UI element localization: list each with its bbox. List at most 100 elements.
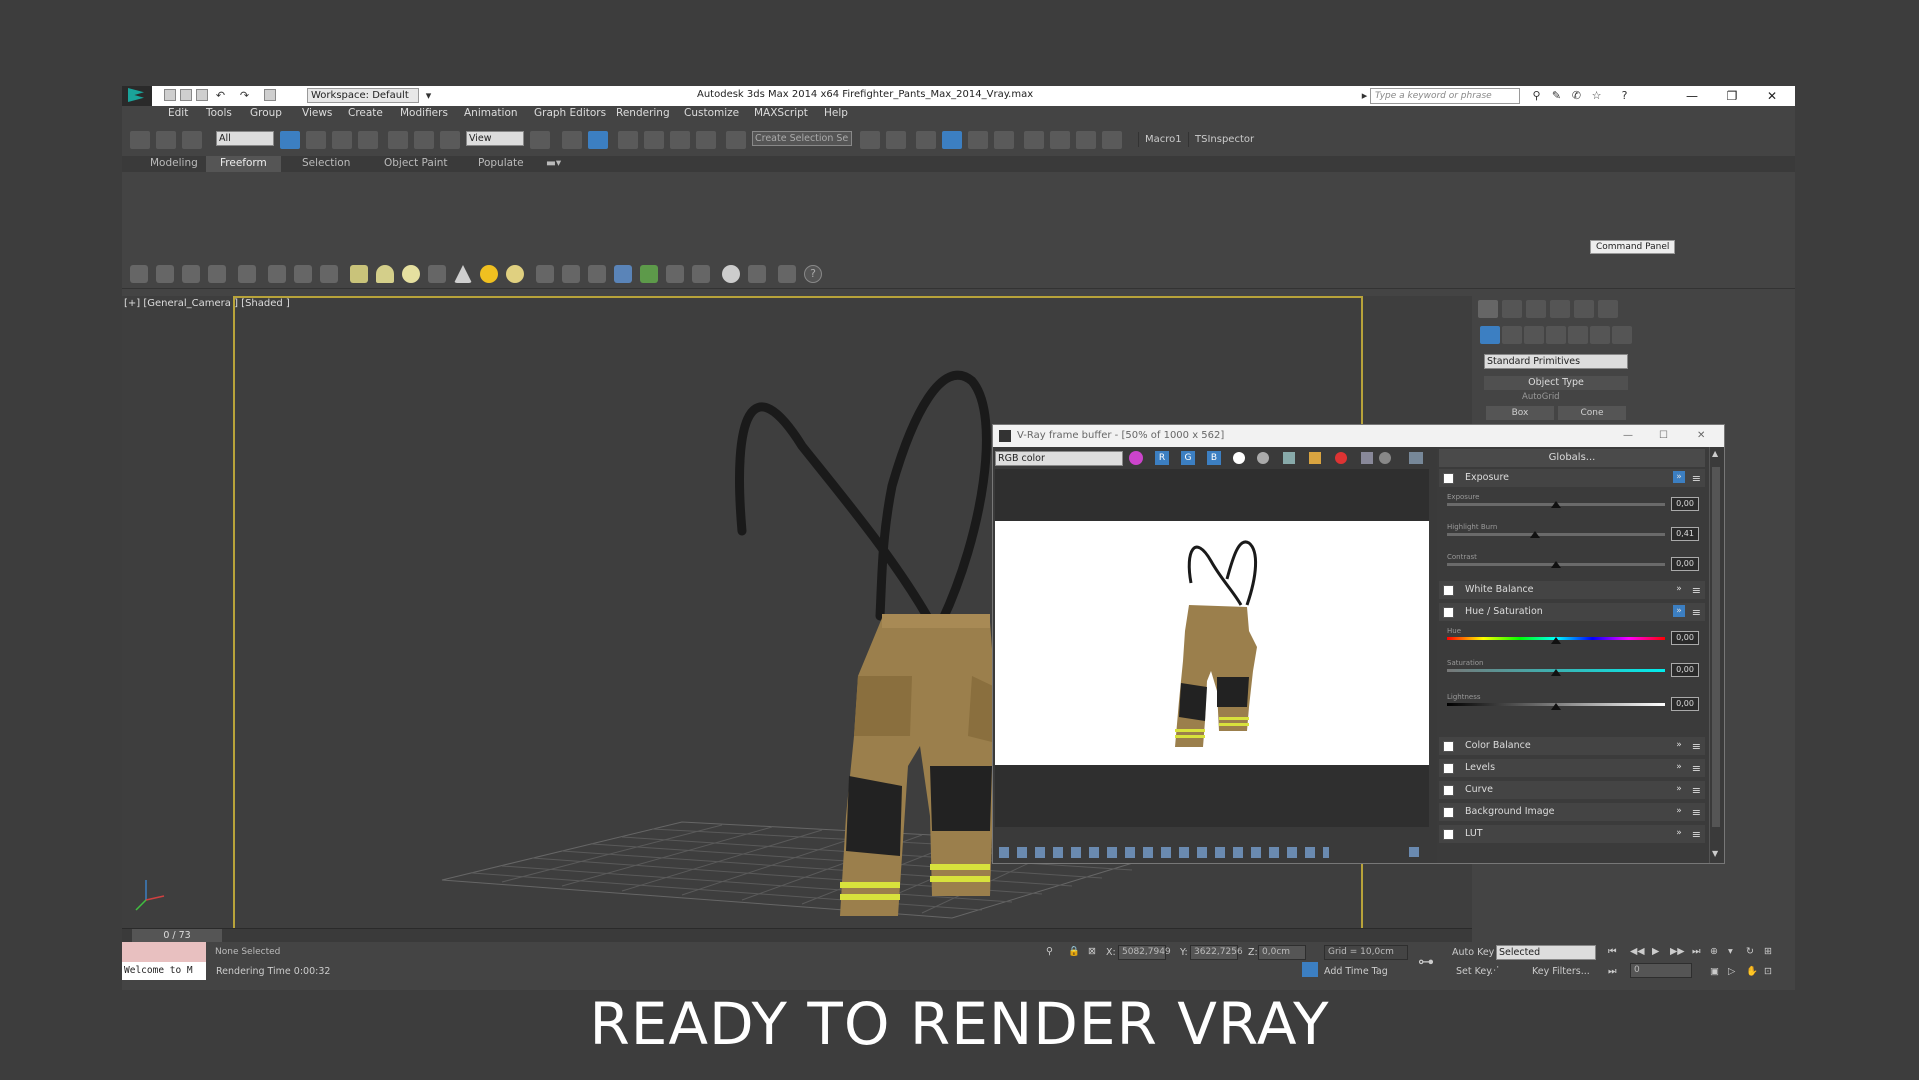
color-balance-expand-icon[interactable]: » — [1673, 739, 1685, 751]
vfb-bottom-icons[interactable] — [999, 847, 1329, 858]
background-image-expand-icon[interactable]: » — [1673, 805, 1685, 817]
shapes-icon[interactable] — [1502, 326, 1522, 344]
menu-help[interactable]: Help — [824, 107, 848, 119]
vfb-panel-toggle-icon[interactable] — [1409, 847, 1419, 857]
sphere-light-icon[interactable] — [402, 265, 420, 283]
hue-saturation-checkbox[interactable] — [1443, 607, 1454, 618]
curve-menu-icon[interactable]: ≡ — [1692, 782, 1701, 800]
sphere-fade-icon[interactable] — [614, 265, 632, 283]
render-production-icon[interactable] — [1102, 131, 1122, 149]
vfb-minimize-button[interactable]: — — [1623, 425, 1633, 447]
app-logo-icon[interactable] — [122, 86, 152, 106]
material-sphere-icon[interactable] — [722, 265, 740, 283]
mesh-light-icon[interactable] — [428, 265, 446, 283]
snaps-toggle-icon[interactable] — [618, 131, 638, 149]
table-icon[interactable] — [208, 265, 226, 283]
hue-thumb[interactable] — [1551, 637, 1561, 644]
exposure-expand-icon[interactable]: » — [1673, 471, 1685, 483]
box-button[interactable]: Box — [1486, 406, 1554, 420]
maxscript-listener-top[interactable] — [122, 942, 206, 962]
systems-icon[interactable] — [1612, 326, 1632, 344]
align-icon[interactable] — [886, 131, 906, 149]
keyboard-shortcut-override-icon[interactable] — [588, 131, 608, 149]
walkthrough-icon[interactable]: ⊡ — [1764, 966, 1772, 977]
key-filters-button[interactable]: Key Filters... — [1532, 966, 1590, 977]
monochrome-icon[interactable] — [1257, 452, 1269, 464]
vfb-icon[interactable] — [156, 265, 174, 283]
x-coordinate-field[interactable]: 5082,7949 — [1118, 945, 1171, 960]
lock-selection-icon[interactable]: 🔒 — [1068, 946, 1080, 957]
channel-dropdown[interactable]: RGB color — [995, 451, 1123, 466]
set-key-button[interactable]: Set Key — [1456, 966, 1492, 977]
tab-freeform[interactable]: Freeform — [206, 156, 281, 172]
green-channel-button[interactable]: G — [1181, 451, 1195, 465]
displacement-icon[interactable] — [692, 265, 710, 283]
scroll-thumb[interactable] — [1712, 467, 1720, 827]
menu-customize[interactable]: Customize — [684, 107, 739, 119]
key-icon[interactable]: ⊶ — [1418, 952, 1434, 971]
minimize-button[interactable]: — — [1672, 86, 1712, 106]
levels-expand-icon[interactable]: » — [1673, 761, 1685, 773]
reference-coordinate-dropdown[interactable]: View — [466, 131, 524, 146]
cone-button[interactable]: Cone — [1558, 406, 1626, 420]
exposure-checkbox[interactable] — [1443, 473, 1454, 484]
lut-expand-icon[interactable]: » — [1673, 827, 1685, 839]
teapot-icon[interactable] — [130, 265, 148, 283]
fan-icon[interactable] — [268, 265, 286, 283]
saturation-value[interactable]: 0,00 — [1671, 663, 1699, 677]
render-setup-icon[interactable] — [1050, 131, 1070, 149]
orbit-icon[interactable]: ↻ — [1746, 946, 1754, 957]
undo-icon[interactable]: ↶ — [214, 89, 227, 102]
tab-selection[interactable]: Selection — [302, 157, 350, 169]
vfb-close-button[interactable]: ✕ — [1697, 425, 1705, 447]
named-selection-dropdown[interactable]: Create Selection Se — [752, 131, 852, 146]
goto-start-icon[interactable]: ⏮ — [1608, 946, 1617, 957]
lightness-thumb[interactable] — [1551, 703, 1561, 710]
proxy-icon[interactable] — [536, 265, 554, 283]
hierarchy-tab-icon[interactable] — [1526, 300, 1546, 318]
vfb-image-area[interactable] — [995, 469, 1429, 827]
alpha-channel-icon[interactable] — [1233, 452, 1245, 464]
isolate-icon[interactable]: ⚲ — [1046, 946, 1053, 957]
select-and-link-icon[interactable] — [130, 131, 150, 149]
edit-named-selection-icon[interactable] — [726, 131, 746, 149]
tsinspector-button[interactable]: TSInspector — [1188, 132, 1260, 147]
primitives-dropdown[interactable]: Standard Primitives — [1484, 354, 1628, 369]
hue-saturation-row[interactable]: Hue / Saturation » ≡ — [1439, 603, 1705, 621]
contrast-thumb[interactable] — [1551, 561, 1561, 568]
create-tab-icon[interactable] — [1478, 300, 1498, 318]
communication-icon[interactable]: ✆ — [1570, 89, 1583, 102]
lightness-value[interactable]: 0,00 — [1671, 697, 1699, 711]
background-image-checkbox[interactable] — [1443, 807, 1454, 818]
current-frame-field[interactable]: 0 — [1630, 963, 1692, 978]
layer-explorer-icon[interactable] — [916, 131, 936, 149]
vray-help-icon[interactable]: ? — [804, 265, 822, 283]
menu-group[interactable]: Group — [250, 107, 282, 119]
menu-graph-editors[interactable]: Graph Editors — [534, 107, 606, 119]
background-image-row[interactable]: Background Image » ≡ — [1439, 803, 1705, 821]
curve-editor-icon[interactable] — [968, 131, 988, 149]
levels-menu-icon[interactable]: ≡ — [1692, 760, 1701, 778]
goto-end-icon[interactable]: ⏭ — [1692, 946, 1701, 957]
background-image-menu-icon[interactable]: ≡ — [1692, 804, 1701, 822]
hue-saturation-expand-icon[interactable]: » — [1673, 605, 1685, 617]
workspace-dropdown[interactable]: Workspace: Default — [307, 88, 419, 103]
hue-saturation-menu-icon[interactable]: ≡ — [1692, 604, 1701, 622]
ies-light-icon[interactable] — [454, 265, 472, 283]
select-and-move-icon[interactable] — [388, 131, 408, 149]
menu-maxscript[interactable]: MAXScript — [754, 107, 808, 119]
exposure-slider-thumb[interactable] — [1551, 501, 1561, 508]
select-and-scale-icon[interactable] — [440, 131, 460, 149]
bulb-icon[interactable] — [238, 265, 256, 283]
motion-tab-icon[interactable] — [1550, 300, 1570, 318]
rendered-frame-window-icon[interactable] — [1076, 131, 1096, 149]
people-icon[interactable] — [320, 265, 338, 283]
new-file-icon[interactable] — [164, 89, 176, 101]
zoom-extents-icon[interactable]: ⊕ — [1710, 946, 1718, 957]
previous-frame-icon[interactable]: ◀◀ — [1630, 946, 1645, 957]
curve-row[interactable]: Curve » ≡ — [1439, 781, 1705, 799]
select-and-rotate-icon[interactable] — [414, 131, 434, 149]
tab-populate[interactable]: Populate — [478, 157, 524, 169]
white-balance-expand-icon[interactable]: » — [1673, 583, 1685, 595]
geometry-icon[interactable] — [1480, 326, 1500, 344]
